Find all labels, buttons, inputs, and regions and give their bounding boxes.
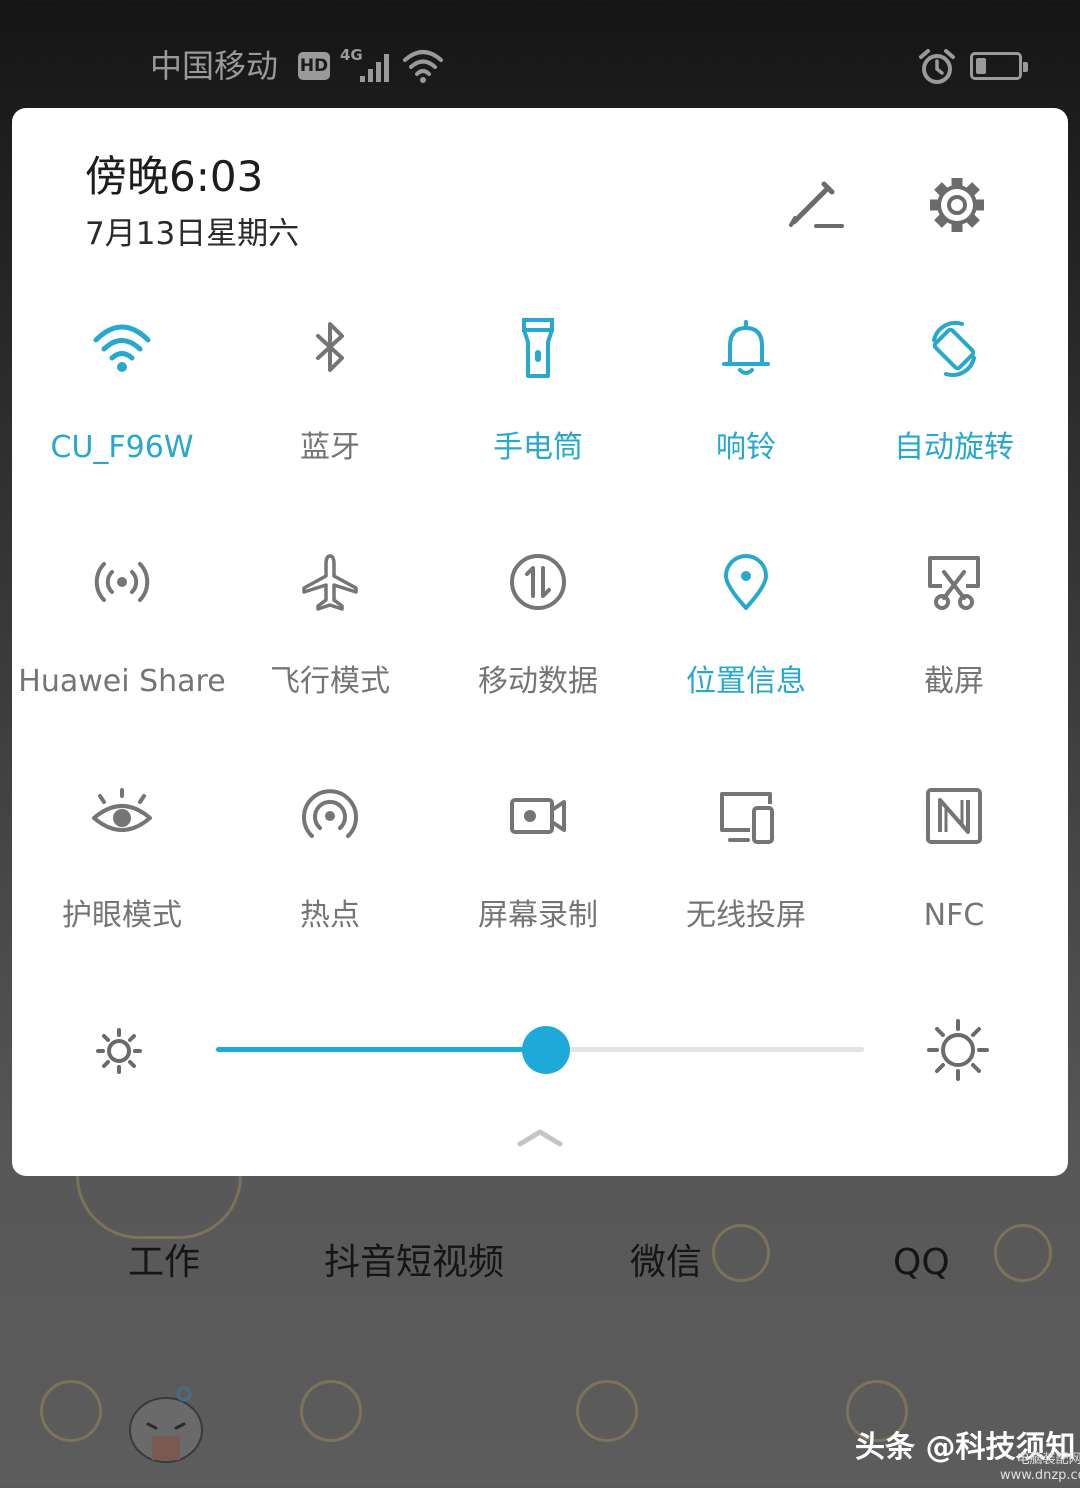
tile-label: 热点 <box>300 898 360 933</box>
home-app-icon-work <box>76 1176 242 1239</box>
settings-button[interactable] <box>922 170 992 240</box>
wallpaper-swirl <box>300 1380 362 1442</box>
hotspot-icon <box>302 789 358 838</box>
brightness-slider[interactable] <box>216 1026 864 1074</box>
tile-mobile-data[interactable]: 移动数据 <box>434 552 642 752</box>
wallpaper-swirl <box>40 1380 102 1442</box>
edit-tiles-button[interactable] <box>780 170 850 240</box>
tile-label: 屏幕录制 <box>478 898 598 933</box>
quick-settings-panel: 傍晚6:03 7月13日星期六 CU_F96W 蓝牙 手电筒 响铃 自动旋转 H… <box>12 108 1068 1176</box>
tile-screenshot[interactable]: 截屏 <box>850 552 1058 752</box>
tile-label: 飞行模式 <box>270 664 390 699</box>
home-app-label-douyin[interactable]: 抖音短视频 <box>324 1240 504 1286</box>
airplane-icon <box>302 554 358 611</box>
screenshot-icon <box>928 556 980 610</box>
tile-label: CU_F96W <box>50 430 194 465</box>
tile-label: Huawei Share <box>18 664 226 699</box>
tile-wifi[interactable]: CU_F96W <box>18 318 226 518</box>
bell-icon <box>722 320 770 375</box>
tile-ringer[interactable]: 响铃 <box>642 318 850 518</box>
eye-comfort-icon <box>92 788 152 832</box>
tile-nfc[interactable]: NFC <box>850 786 1058 986</box>
wallpaper-swirl <box>712 1224 770 1282</box>
tile-label: 蓝牙 <box>300 430 360 465</box>
huawei-share-icon <box>94 562 150 602</box>
panel-date[interactable]: 7月13日星期六 <box>85 214 299 254</box>
battery-level-fill <box>976 58 986 74</box>
tile-label: 自动旋转 <box>894 430 1014 465</box>
hd-badge: HD <box>298 52 330 80</box>
tile-location[interactable]: 位置信息 <box>642 552 850 752</box>
tile-eye-comfort[interactable]: 护眼模式 <box>18 786 226 986</box>
tile-label: NFC <box>923 898 985 933</box>
tile-label: 位置信息 <box>686 664 806 699</box>
mobile-data-icon <box>510 554 566 610</box>
bluetooth-icon <box>316 322 344 372</box>
site-name: 电脑装配网 <box>1016 1452 1080 1467</box>
tile-auto-rotate[interactable]: 自动旋转 <box>850 318 1058 518</box>
brightness-high-icon <box>927 1019 989 1081</box>
panel-time: 傍晚6:03 <box>85 152 264 201</box>
tile-label: 截屏 <box>924 664 984 699</box>
site-url: www.dnzp.com <box>1000 1468 1080 1483</box>
tile-label: 移动数据 <box>478 664 598 699</box>
brightness-slider-fill <box>216 1047 547 1052</box>
wallpaper-swirl <box>576 1380 638 1442</box>
wifi-icon <box>93 324 151 372</box>
tile-label: 手电筒 <box>493 430 583 465</box>
location-icon <box>724 554 768 610</box>
wallpaper-swirl <box>994 1224 1052 1282</box>
home-app-label-qq[interactable]: QQ <box>893 1240 950 1286</box>
home-app-label-wechat[interactable]: 微信 <box>630 1240 702 1286</box>
brightness-low-icon <box>96 1028 142 1074</box>
pencil-icon <box>789 181 844 228</box>
tile-flashlight[interactable]: 手电筒 <box>434 318 642 518</box>
site-watermark: 电脑装配网 www.dnzp.com <box>1000 1452 1080 1484</box>
tile-huawei-share[interactable]: Huawei Share <box>18 552 226 752</box>
tile-label: 护眼模式 <box>62 898 182 933</box>
status-wifi-icon <box>403 50 443 83</box>
tile-hotspot[interactable]: 热点 <box>226 786 434 986</box>
tile-bluetooth[interactable]: 蓝牙 <box>226 318 434 518</box>
tile-airplane-mode[interactable]: 飞行模式 <box>226 552 434 752</box>
collapse-panel-handle[interactable] <box>516 1124 564 1150</box>
screen-record-icon <box>510 798 566 834</box>
home-app-label-work[interactable]: 工作 <box>128 1240 200 1286</box>
alarm-icon <box>919 49 955 84</box>
tile-screen-record[interactable]: 屏幕录制 <box>434 786 642 986</box>
nfc-icon <box>926 788 982 844</box>
mascot-sticker-icon <box>129 1386 203 1463</box>
brightness-slider-thumb[interactable] <box>522 1026 571 1074</box>
battery-icon <box>970 52 1028 80</box>
flashlight-icon <box>522 318 554 378</box>
gear-icon <box>930 178 984 232</box>
auto-rotate-icon <box>932 321 976 377</box>
tile-wireless-projection[interactable]: 无线投屏 <box>642 786 850 986</box>
tile-label: 响铃 <box>716 430 776 465</box>
tile-label: 无线投屏 <box>686 898 806 933</box>
wireless-projection-icon <box>720 792 774 844</box>
carrier-name: 中国移动 <box>150 47 279 85</box>
status-bar: 中国移动 HD 4G <box>0 0 1080 108</box>
signal-strength-icon <box>360 54 389 82</box>
